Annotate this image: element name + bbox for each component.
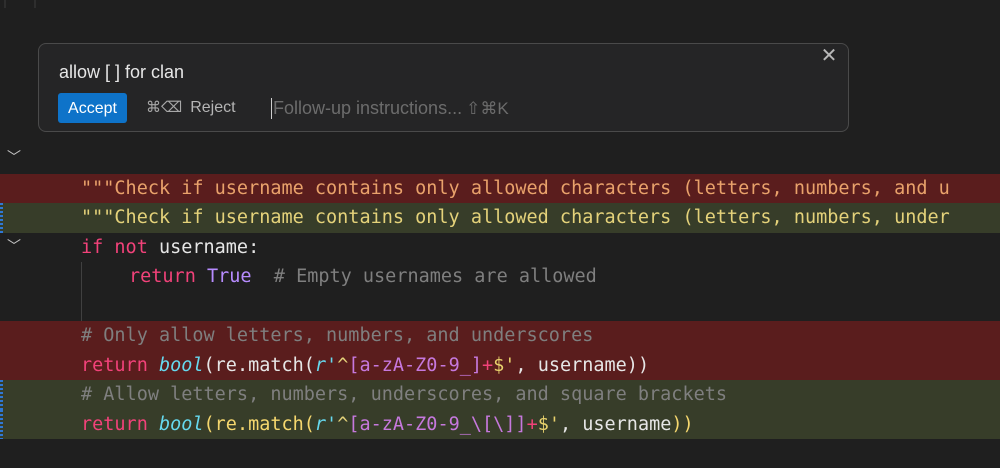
regex-plus: + [482, 354, 494, 376]
code-line-docstring-added[interactable]: """Check if username contains only allow… [0, 203, 1000, 233]
call-close: )) [671, 413, 694, 435]
chevron-down-icon[interactable]: ﹀ [4, 144, 24, 174]
comment-removed: # Only allow letters, numbers, and under… [81, 325, 594, 346]
code-line-return-true[interactable]: return True # Empty usernames are allowe… [0, 262, 1000, 292]
indent-guide [81, 262, 82, 292]
prompt-text: allow [ ] for clan [59, 62, 185, 82]
call-open: (re.match( [203, 354, 315, 376]
change-marker [0, 203, 3, 233]
change-marker [0, 409, 3, 439]
code-line-comment-added[interactable]: # Allow letters, numbers, underscores, a… [0, 380, 1000, 410]
comment-added: # Allow letters, numbers, underscores, a… [81, 384, 728, 405]
code-line-return-removed[interactable]: return bool(re.match(r'^[a-zA-Z0-9_]+$',… [0, 350, 1000, 380]
indent-guide [81, 291, 82, 321]
keyword-return: return [129, 266, 196, 287]
chevron-down-icon[interactable]: ﹀ [4, 233, 24, 263]
literal-true: True [206, 266, 252, 287]
regex-end: $' [537, 413, 560, 435]
regex-class: [a-zA-Z0-9_] [348, 354, 482, 376]
followup-input[interactable]: Follow-up instructions... ⇧⌘K [270, 93, 509, 123]
raw-prefix: r' [314, 413, 338, 435]
code-line-blank[interactable] [0, 291, 1000, 321]
code-line-if[interactable]: ﹀ if not username: [0, 233, 1000, 263]
regex-caret: ^ [337, 413, 349, 435]
inline-edit-prompt: ✕ allow [ ] for clan Accept ⌘⌫ Reject Fol… [38, 43, 849, 132]
close-icon[interactable]: ✕ [819, 46, 839, 66]
followup-shortcut: ⇧⌘K [466, 99, 509, 118]
accept-button[interactable]: Accept [58, 93, 127, 123]
keyword-if-not: if not [81, 236, 148, 258]
comment-empty: # Empty usernames are allowed [251, 266, 597, 287]
call-open: (re.match( [203, 413, 315, 435]
code-line-return-added[interactable]: return bool(re.match(r'^[a-zA-Z0-9_\[\]]… [0, 409, 1000, 439]
followup-placeholder: Follow-up instructions... [273, 98, 463, 118]
regex-caret: ^ [337, 354, 349, 376]
builtin-bool: bool [158, 413, 204, 435]
reject-shortcut: ⌘⌫ [146, 99, 183, 116]
call-tail: , username [559, 413, 672, 435]
regex-class: [a-zA-Z0-9_\[\]] [348, 413, 527, 435]
code-line-def[interactable]: ﹀ def is_valid_username(username): [0, 144, 1000, 174]
call-tail: , username)) [515, 354, 650, 376]
code-line-docstring-removed[interactable]: """Check if username contains only allow… [0, 173, 1000, 203]
regex-end: $' [493, 354, 516, 376]
keyword-return: return [81, 413, 148, 435]
regex-plus: + [526, 413, 538, 435]
code-editor[interactable]: ﹀ def is_valid_username(username): """Ch… [0, 0, 1000, 468]
top-strip [0, 0, 1000, 12]
docstring-added: """Check if username contains only allow… [81, 207, 950, 228]
if-condition: username: [147, 236, 260, 258]
docstring-removed: """Check if username contains only allow… [81, 177, 950, 199]
reject-label: Reject [190, 99, 236, 116]
change-marker [0, 380, 3, 410]
reject-button[interactable]: ⌘⌫ Reject [146, 93, 236, 123]
code-line-comment-removed[interactable]: # Only allow letters, numbers, and under… [0, 321, 1000, 351]
keyword-return: return [81, 354, 148, 376]
raw-prefix: r' [314, 354, 338, 376]
builtin-bool: bool [158, 354, 204, 376]
